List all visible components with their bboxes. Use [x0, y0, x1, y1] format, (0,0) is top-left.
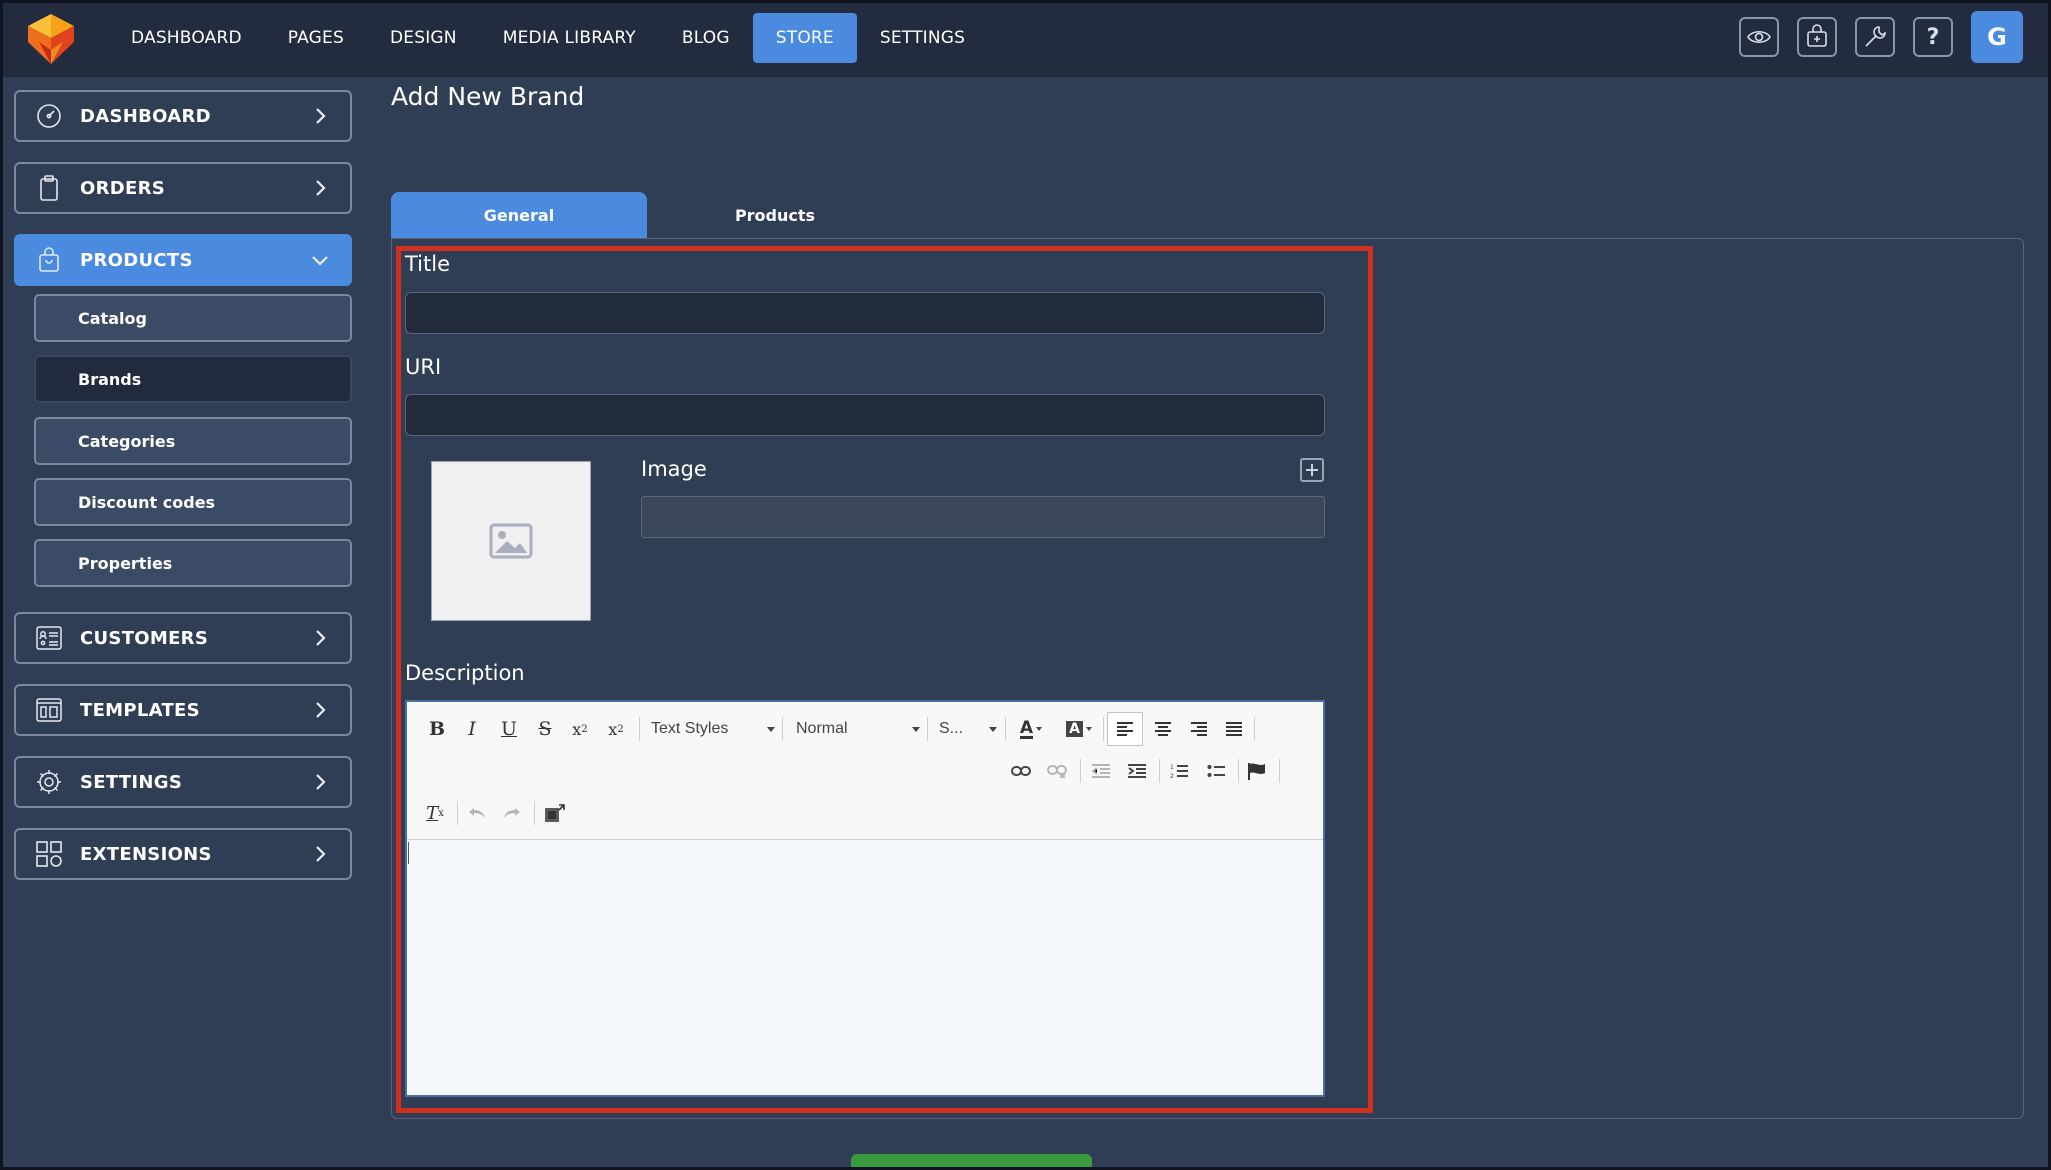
sidebar-subitem-discount-codes[interactable]: Discount codes [34, 478, 352, 526]
flag-icon[interactable] [1243, 757, 1271, 785]
sidebar-subitem-catalog[interactable]: Catalog [34, 294, 352, 342]
sidebar-item-label: ORDERS [80, 177, 166, 199]
superscript-button[interactable]: x2 [602, 715, 630, 743]
align-right-button[interactable] [1185, 715, 1213, 743]
sidebar-item-customers[interactable]: CUSTOMERS [14, 612, 352, 664]
sidebar-item-templates[interactable]: TEMPLATES [14, 684, 352, 736]
topnav-store[interactable]: STORE [752, 13, 857, 63]
font-size-value: S... [939, 720, 964, 737]
undo-icon[interactable] [463, 799, 491, 827]
chevron-right-icon [316, 180, 326, 196]
wrench-icon[interactable] [1855, 17, 1895, 57]
title-input[interactable] [405, 292, 1325, 334]
align-justify-button[interactable] [1220, 715, 1248, 743]
indent-icon[interactable] [1123, 757, 1151, 785]
sidebar-subitem-categories[interactable]: Categories [34, 417, 352, 465]
sidebar-subitem-properties[interactable]: Properties [34, 539, 352, 587]
text-color-button[interactable]: A [1011, 715, 1051, 743]
svg-text:2: 2 [1170, 773, 1174, 779]
topnav-media-library[interactable]: MEDIA LIBRARY [480, 13, 659, 63]
image-icon [489, 523, 533, 559]
topnav-design[interactable]: DESIGN [367, 13, 480, 63]
user-avatar[interactable]: G [1971, 11, 2023, 63]
redo-icon[interactable] [498, 799, 526, 827]
tab-products[interactable]: Products [647, 192, 903, 238]
font-size-dropdown[interactable]: S... [939, 715, 1001, 743]
align-center-button[interactable] [1149, 715, 1177, 743]
strikethrough-button[interactable]: S [531, 715, 559, 743]
sidebar-item-extensions[interactable]: EXTENSIONS [14, 828, 352, 880]
chevron-right-icon [316, 846, 326, 862]
image-placeholder[interactable] [431, 461, 591, 621]
editor-toolbar: B I U S x2 x2 Text Styles Normal S... A … [407, 702, 1323, 840]
chevron-right-icon [316, 702, 326, 718]
remove-format-icon[interactable]: Tx [421, 799, 449, 827]
top-right-actions: ? G [1739, 11, 2023, 63]
underline-button[interactable]: U [495, 715, 523, 743]
numbered-list-icon[interactable]: 12 [1165, 757, 1193, 785]
description-editor: B I U S x2 x2 Text Styles Normal S... A … [405, 700, 1325, 1097]
sidebar-item-orders[interactable]: ORDERS [14, 162, 352, 214]
sidebar-item-settings[interactable]: SETTINGS [14, 756, 352, 808]
add-image-icon[interactable] [1300, 458, 1324, 482]
sidebar-item-label: EXTENSIONS [80, 843, 212, 865]
source-icon[interactable] [541, 799, 569, 827]
sidebar-item-products[interactable]: PRODUCTS [14, 234, 352, 286]
italic-button[interactable]: I [458, 715, 486, 743]
title-label: Title [405, 252, 451, 276]
bold-button[interactable]: B [423, 715, 451, 743]
background-color-button[interactable]: A [1059, 715, 1099, 743]
topnav-pages[interactable]: PAGES [265, 13, 367, 63]
chevron-right-icon [316, 630, 326, 646]
format-value: Normal [796, 720, 848, 737]
help-icon[interactable]: ? [1913, 17, 1953, 57]
layout-icon [34, 695, 64, 725]
text-styles-value: Text Styles [651, 720, 729, 737]
top-nav-menu: DASHBOARD PAGES DESIGN MEDIA LIBRARY BLO… [108, 13, 988, 63]
chevron-down-icon [312, 256, 328, 266]
image-input[interactable] [641, 496, 1325, 538]
bullet-list-icon[interactable] [1202, 757, 1230, 785]
description-label: Description [405, 661, 525, 685]
topnav-blog[interactable]: BLOG [659, 13, 753, 63]
sidebar-subitem-brands[interactable]: Brands [34, 355, 352, 403]
topnav-dashboard[interactable]: DASHBOARD [108, 13, 265, 63]
grid-icon [34, 839, 64, 869]
uri-input[interactable] [405, 394, 1325, 436]
unlink-icon[interactable] [1043, 757, 1071, 785]
sidebar-item-label: DASHBOARD [80, 105, 211, 127]
editor-content-area[interactable] [407, 840, 1323, 1095]
sidebar-item-label: SETTINGS [80, 771, 183, 793]
sidebar-item-label: TEMPLATES [80, 699, 200, 721]
clipboard-icon [34, 173, 64, 203]
logo-icon[interactable] [22, 12, 80, 66]
gear-icon [34, 767, 64, 797]
shopping-bag-icon [34, 245, 64, 275]
store-icon[interactable] [1797, 17, 1837, 57]
chevron-right-icon [316, 774, 326, 790]
uri-label: URI [405, 355, 442, 379]
contacts-icon [34, 623, 64, 653]
eye-icon[interactable] [1739, 17, 1779, 57]
format-dropdown[interactable]: Normal [796, 715, 924, 743]
chevron-right-icon [316, 108, 326, 124]
top-navigation-bar: DASHBOARD PAGES DESIGN MEDIA LIBRARY BLO… [0, 0, 2051, 77]
sidebar-item-label: CUSTOMERS [80, 627, 209, 649]
page-title: Add New Brand [391, 82, 585, 111]
subscript-button[interactable]: x2 [566, 715, 594, 743]
text-styles-dropdown[interactable]: Text Styles [651, 715, 779, 743]
image-label: Image [641, 457, 707, 481]
svg-text:1: 1 [1170, 764, 1174, 771]
sidebar-item-label: PRODUCTS [80, 249, 193, 271]
outdent-icon[interactable] [1087, 757, 1115, 785]
sidebar-item-dashboard[interactable]: DASHBOARD [14, 90, 352, 142]
align-left-button[interactable] [1107, 712, 1143, 746]
speedometer-icon [34, 101, 64, 131]
link-icon[interactable] [1007, 757, 1035, 785]
topnav-settings[interactable]: SETTINGS [857, 13, 988, 63]
tab-general[interactable]: General [391, 192, 647, 238]
save-button[interactable] [851, 1154, 1092, 1170]
